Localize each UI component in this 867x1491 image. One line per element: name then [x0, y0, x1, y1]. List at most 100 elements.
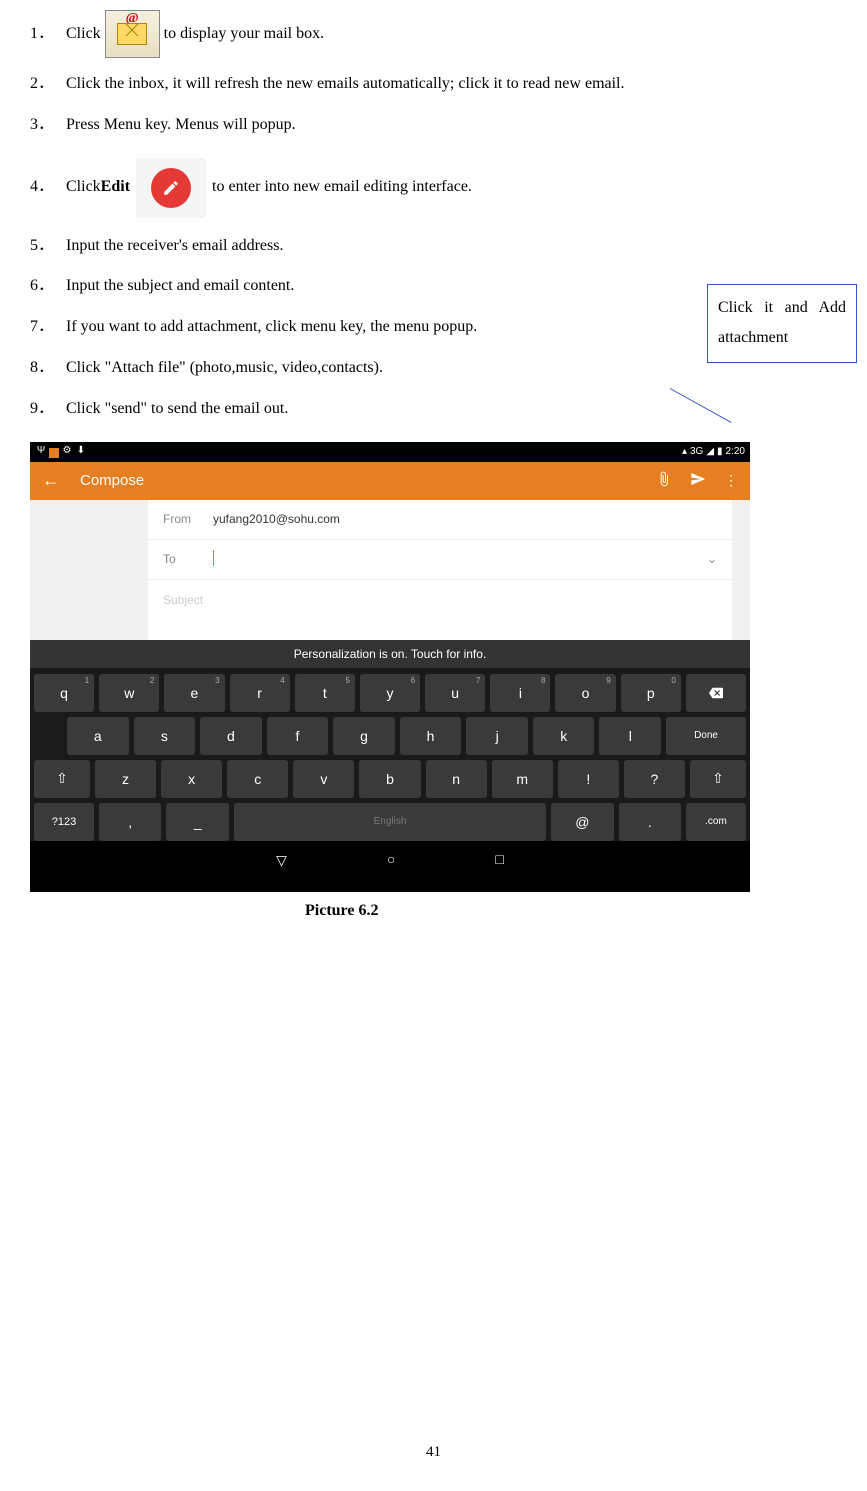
key-com[interactable]: .com [686, 803, 746, 841]
key-at[interactable]: @ [551, 803, 613, 841]
step-4: 4． Click Edit to enter into new email ed… [30, 158, 837, 218]
step-num: 9． [30, 395, 60, 424]
key-shift-left[interactable]: ⇧ [34, 760, 90, 798]
key-l[interactable]: l [599, 717, 661, 755]
key-v[interactable]: v [293, 760, 354, 798]
key-n[interactable]: n [426, 760, 487, 798]
step-num: 2． [30, 70, 60, 99]
key-question[interactable]: ? [624, 760, 685, 798]
key-f[interactable]: f [267, 717, 329, 755]
key-123[interactable]: ?123 [34, 803, 94, 841]
page-number: 41 [426, 1444, 441, 1461]
key-s[interactable]: s [134, 717, 196, 755]
key-e[interactable]: e3 [164, 674, 224, 712]
from-field-row[interactable]: From yufang2010@sohu.com [148, 500, 732, 540]
key-shift-right[interactable]: ⇧ [690, 760, 746, 798]
key-x[interactable]: x [161, 760, 222, 798]
from-label: From [163, 512, 213, 526]
keyboard: q1w2e3r4t5y6u7i8o9p0 asdfghjklDone ⇧zxcv… [30, 668, 750, 841]
key-comma[interactable]: , [99, 803, 161, 841]
nav-home-icon[interactable]: ○ [387, 853, 395, 869]
key-p[interactable]: p0 [621, 674, 681, 712]
statusbar-right: ▴ 3G ◢ ▮ 2:20 [682, 446, 745, 457]
compose-title: Compose [80, 472, 656, 489]
to-field-row[interactable]: To ⌄ [148, 540, 732, 580]
key-done[interactable]: Done [666, 717, 746, 755]
signal-icon: ▴ [682, 446, 687, 457]
key-b[interactable]: b [359, 760, 420, 798]
step-1: 1． Click @ to display your mail box. [30, 10, 837, 58]
subject-field-row[interactable]: Subject [148, 580, 732, 620]
key-j[interactable]: j [466, 717, 528, 755]
key-g[interactable]: g [333, 717, 395, 755]
key-m[interactable]: m [492, 760, 553, 798]
system-navbar: ▽ ○ □ [30, 846, 750, 877]
callout-add-attachment: Click it and Add attachment [707, 284, 857, 363]
step-text: Press Menu key. Menus will popup. [66, 111, 837, 140]
key-h[interactable]: h [400, 717, 462, 755]
from-value: yufang2010@sohu.com [213, 512, 717, 526]
orange-square-icon [49, 448, 59, 458]
email-app-icon: @ [105, 10, 160, 58]
key-w[interactable]: w2 [99, 674, 159, 712]
step-num: 8． [30, 354, 60, 383]
step-text-bold: Edit [101, 173, 130, 202]
step-text: Input the receiver's email address. [66, 232, 837, 261]
key-i[interactable]: i8 [490, 674, 550, 712]
key-dot[interactable]: . [619, 803, 681, 841]
nav-back-icon[interactable]: ▽ [276, 853, 287, 870]
step-text-b: to display your mail box. [164, 20, 324, 49]
compose-body: From yufang2010@sohu.com To ⌄ Subject [30, 500, 750, 640]
step-9: 9． Click "send" to send the email out. [30, 395, 837, 424]
chevron-down-icon[interactable]: ⌄ [707, 552, 717, 566]
step-text-b: to enter into new email editing interfac… [212, 173, 472, 202]
key-underscore[interactable]: _ [166, 803, 228, 841]
key-q[interactable]: q1 [34, 674, 94, 712]
key-a[interactable]: a [67, 717, 129, 755]
statusbar: Ψ ⚙ ⬇ ▴ 3G ◢ ▮ 2:20 [30, 442, 750, 462]
to-value [213, 550, 707, 569]
attach-icon[interactable] [656, 471, 672, 490]
step-num: 7． [30, 313, 60, 342]
key-u[interactable]: u7 [425, 674, 485, 712]
key-y[interactable]: y6 [360, 674, 420, 712]
key-k[interactable]: k [533, 717, 595, 755]
network-3g: 3G [690, 446, 703, 457]
key-c[interactable]: c [227, 760, 288, 798]
subject-placeholder: Subject [163, 593, 213, 607]
to-label: To [163, 552, 213, 566]
step-3: 3． Press Menu key. Menus will popup. [30, 111, 837, 140]
step-text: Click the inbox, it will refresh the new… [66, 70, 837, 99]
personalization-bar[interactable]: Personalization is on. Touch for info. [30, 640, 750, 668]
battery-icon: ▮ [717, 446, 723, 457]
overflow-menu-icon[interactable]: ⋮ [724, 472, 738, 489]
figure-caption: Picture 6.2 [30, 902, 837, 920]
step-num: 6． [30, 272, 60, 301]
step-5: 5． Input the receiver's email address. [30, 232, 837, 261]
step-num: 1． [30, 20, 60, 49]
edit-compose-icon [136, 158, 206, 218]
back-arrow-icon[interactable]: ← [42, 470, 60, 491]
key-exclaim[interactable]: ! [558, 760, 619, 798]
signal-bars-icon: ◢ [706, 446, 714, 457]
statusbar-left: Ψ ⚙ ⬇ [35, 445, 87, 458]
key-r[interactable]: r4 [230, 674, 290, 712]
step-text-a: Click [66, 173, 101, 202]
key-t[interactable]: t5 [295, 674, 355, 712]
settings-icon: ⚙ [61, 445, 73, 458]
compose-header: ← Compose ⋮ [30, 462, 750, 500]
key-space[interactable]: English [234, 803, 546, 841]
key-o[interactable]: o9 [555, 674, 615, 712]
step-num: 5． [30, 232, 60, 261]
step-num: 3． [30, 111, 60, 140]
key-d[interactable]: d [200, 717, 262, 755]
step-text: Click "send" to send the email out. [66, 395, 837, 424]
download-icon: ⬇ [75, 445, 87, 458]
send-icon[interactable] [690, 471, 706, 490]
psi-icon: Ψ [35, 445, 47, 458]
step-2: 2． Click the inbox, it will refresh the … [30, 70, 837, 99]
nav-recent-icon[interactable]: □ [495, 853, 503, 869]
key-backspace[interactable] [686, 674, 746, 712]
key-z[interactable]: z [95, 760, 156, 798]
step-num: 4． [30, 173, 60, 202]
